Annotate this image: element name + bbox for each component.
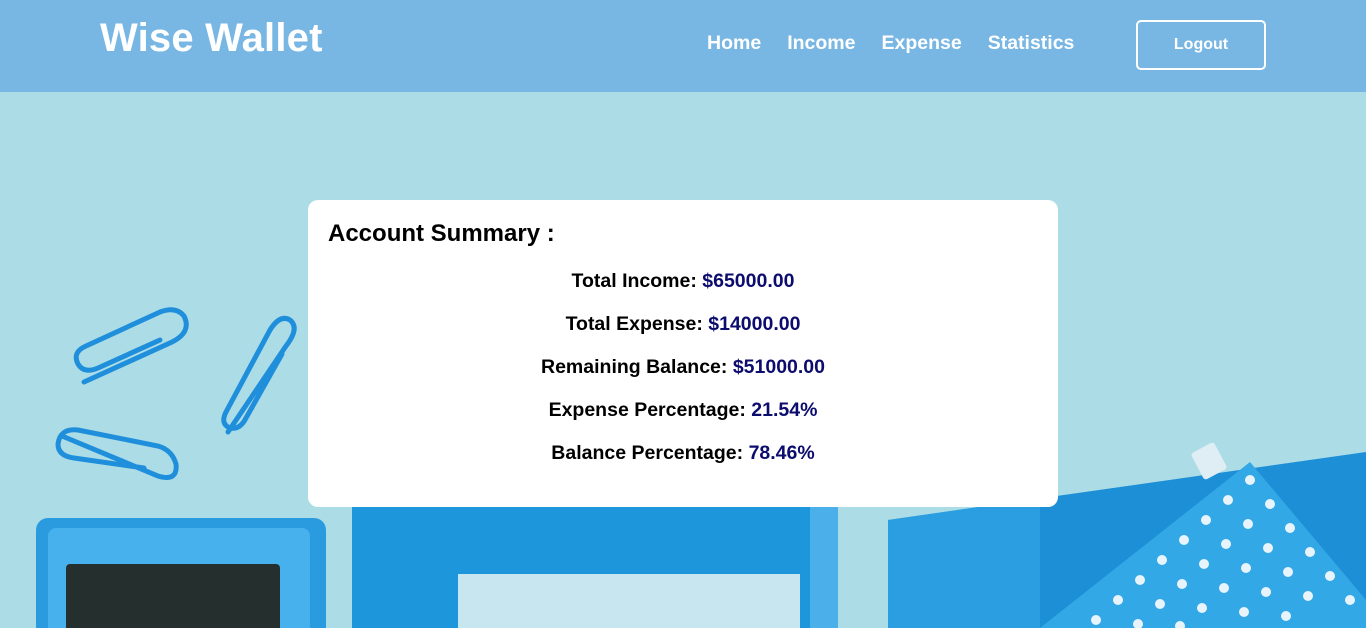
summary-label: Expense Percentage: <box>548 399 746 421</box>
summary-label: Total Expense: <box>565 313 703 335</box>
notebook-icon <box>352 500 838 628</box>
total-expense-value: $14000.00 <box>708 313 801 335</box>
balance-percentage-row: Balance Percentage: 78.46% <box>308 442 1058 485</box>
expense-percentage-value: 21.54% <box>751 399 818 421</box>
nav-income-link[interactable]: Income <box>787 32 855 55</box>
total-income-row: Total Income: $65000.00 <box>308 270 1058 313</box>
summary-label: Total Income: <box>571 270 697 292</box>
logout-button[interactable]: Logout <box>1136 20 1266 70</box>
calculator-icon <box>36 518 326 628</box>
summary-label: Remaining Balance: <box>541 356 728 378</box>
nav-expense-link[interactable]: Expense <box>881 32 961 55</box>
remaining-balance-row: Remaining Balance: $51000.00 <box>308 356 1058 399</box>
total-income-value: $65000.00 <box>702 270 795 292</box>
main-nav: Home Income Expense Statistics <box>707 32 1100 55</box>
account-summary-title: Account Summary : <box>328 220 555 247</box>
total-expense-row: Total Expense: $14000.00 <box>308 313 1058 356</box>
balance-percentage-value: 78.46% <box>748 442 815 464</box>
summary-label: Balance Percentage: <box>551 442 744 464</box>
nav-home-link[interactable]: Home <box>707 32 761 55</box>
app-brand-logo[interactable]: Wise Wallet <box>100 16 323 61</box>
summary-list: Total Income: $65000.00 Total Expense: $… <box>308 270 1058 485</box>
top-navbar: Wise Wallet Home Income Expense Statisti… <box>0 0 1366 92</box>
expense-percentage-row: Expense Percentage: 21.54% <box>308 399 1058 442</box>
nav-statistics-link[interactable]: Statistics <box>988 32 1075 55</box>
remaining-balance-value: $51000.00 <box>732 356 825 378</box>
account-summary-card: Account Summary : Total Income: $65000.0… <box>308 200 1058 507</box>
